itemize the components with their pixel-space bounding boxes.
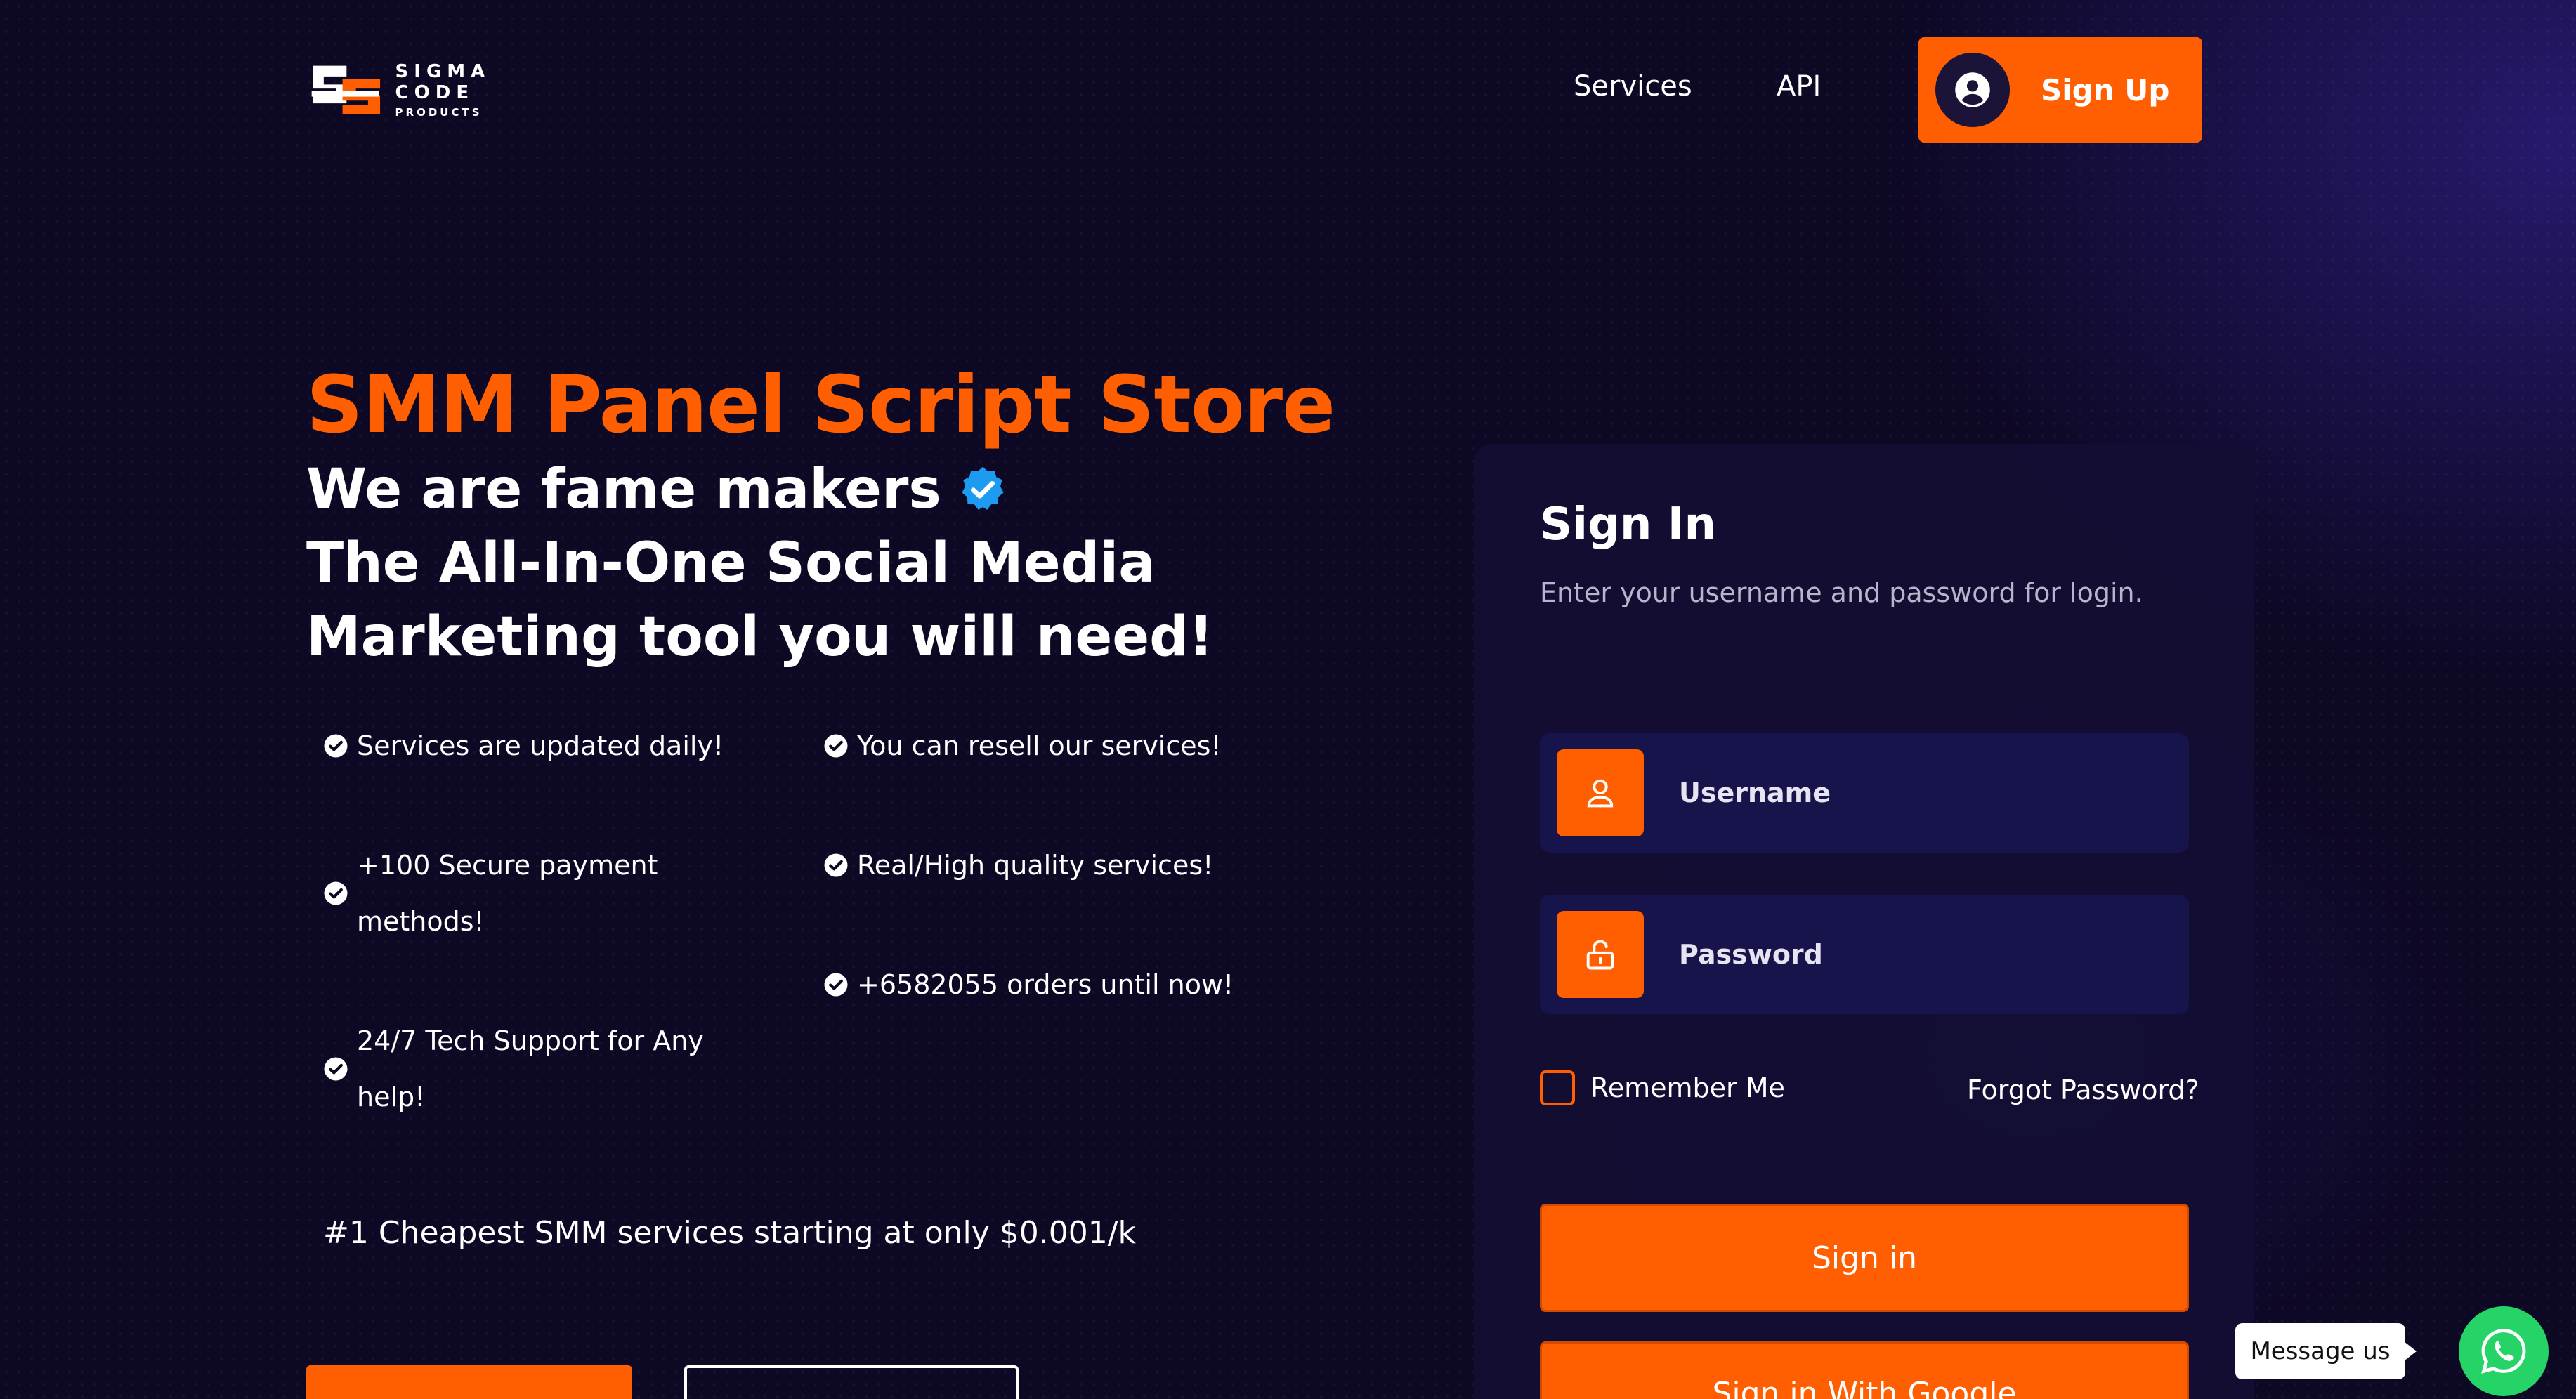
hero-primary-button[interactable]	[306, 1365, 632, 1399]
forgot-password-link[interactable]: Forgot Password?	[1967, 1075, 2199, 1105]
feature-item: 24/7 Tech Support for Any help!	[323, 1013, 704, 1125]
user-icon	[1557, 749, 1644, 836]
logo-mark-icon	[311, 65, 381, 114]
unlock-icon	[1557, 911, 1644, 998]
feature-item: +100 Secure payment methods!	[323, 837, 658, 950]
check-circle-icon	[324, 1057, 348, 1081]
checkbox-box[interactable]	[1540, 1070, 1575, 1105]
nav-api[interactable]: API	[1777, 70, 1821, 103]
check-circle-icon	[824, 973, 848, 997]
page: SIGMA CODE PRODUCTS Services API Sign Up…	[0, 0, 2576, 1399]
logo-text: SIGMA CODE PRODUCTS	[395, 61, 573, 119]
feature-text: Services are updated daily!	[357, 730, 724, 761]
sign-in-title: Sign In	[1540, 499, 1717, 551]
feature-text-multiline: 24/7 Tech Support for Any help!	[357, 1013, 704, 1125]
sign-in-button[interactable]: Sign in	[1540, 1204, 2189, 1312]
hero-line-3: Marketing tool you will need!	[306, 605, 1214, 669]
sign-in-button-label: Sign in	[1811, 1240, 1918, 1276]
check-circle-icon	[824, 853, 848, 877]
check-circle-icon	[324, 734, 348, 758]
check-circle-icon	[824, 734, 848, 758]
feature-text: +100 Secure payment	[357, 850, 658, 881]
sign-up-button[interactable]: Sign Up	[1918, 37, 2202, 143]
feature-item: Services are updated daily!	[323, 718, 724, 774]
feature-text: help!	[357, 1082, 426, 1112]
logo-name: SIGMA CODE	[395, 61, 491, 103]
message-us-bubble[interactable]: Message us	[2235, 1323, 2417, 1379]
logo-sub: PRODUCTS	[395, 106, 483, 119]
feature-text: Real/High quality services!	[857, 850, 1214, 881]
username-field[interactable]	[1540, 733, 2189, 853]
feature-text: 24/7 Tech Support for Any	[357, 1025, 704, 1056]
whatsapp-button[interactable]	[2459, 1306, 2549, 1396]
feature-item: Real/High quality services!	[823, 837, 1213, 893]
check-circle-icon	[324, 881, 348, 905]
feature-text-multiline: +100 Secure payment methods!	[357, 837, 658, 950]
google-sign-in-label: Sign in With Google	[1712, 1376, 2017, 1399]
user-avatar-icon	[1935, 53, 2010, 127]
message-us-label: Message us	[2250, 1337, 2391, 1365]
hero-tagline: We are fame makers	[306, 458, 1009, 521]
logo[interactable]: SIGMA CODE PRODUCTS	[306, 60, 573, 119]
nav-services[interactable]: Services	[1574, 70, 1692, 103]
sign-in-subtitle: Enter your username and password for log…	[1540, 577, 2143, 608]
whatsapp-icon	[2481, 1329, 2526, 1374]
hero-title: SMM Panel Script Store	[306, 360, 1335, 451]
username-input[interactable]	[1679, 777, 2157, 808]
hero-line-1: We are fame makers	[306, 458, 941, 521]
password-input[interactable]	[1679, 939, 2157, 970]
feature-text: +6582055 orders until now!	[857, 969, 1234, 1000]
sign-up-label: Sign Up	[2041, 72, 2170, 107]
google-sign-in-button[interactable]: Sign in With Google	[1540, 1341, 2189, 1399]
verified-badge-icon	[962, 466, 1004, 510]
hero-secondary-button[interactable]	[684, 1365, 1019, 1399]
password-field[interactable]	[1540, 895, 2189, 1014]
feature-text: You can resell our services!	[857, 730, 1222, 761]
feature-item: +6582055 orders until now!	[823, 957, 1234, 1013]
feature-item: You can resell our services!	[823, 718, 1222, 774]
cheapest-tagline: #1 Cheapest SMM services starting at onl…	[323, 1215, 1137, 1251]
feature-text: methods!	[357, 906, 485, 937]
remember-me-checkbox[interactable]: Remember Me	[1540, 1070, 1785, 1105]
hero-line-2: The All-In-One Social Media	[306, 532, 1156, 595]
remember-me-label: Remember Me	[1590, 1072, 1785, 1103]
